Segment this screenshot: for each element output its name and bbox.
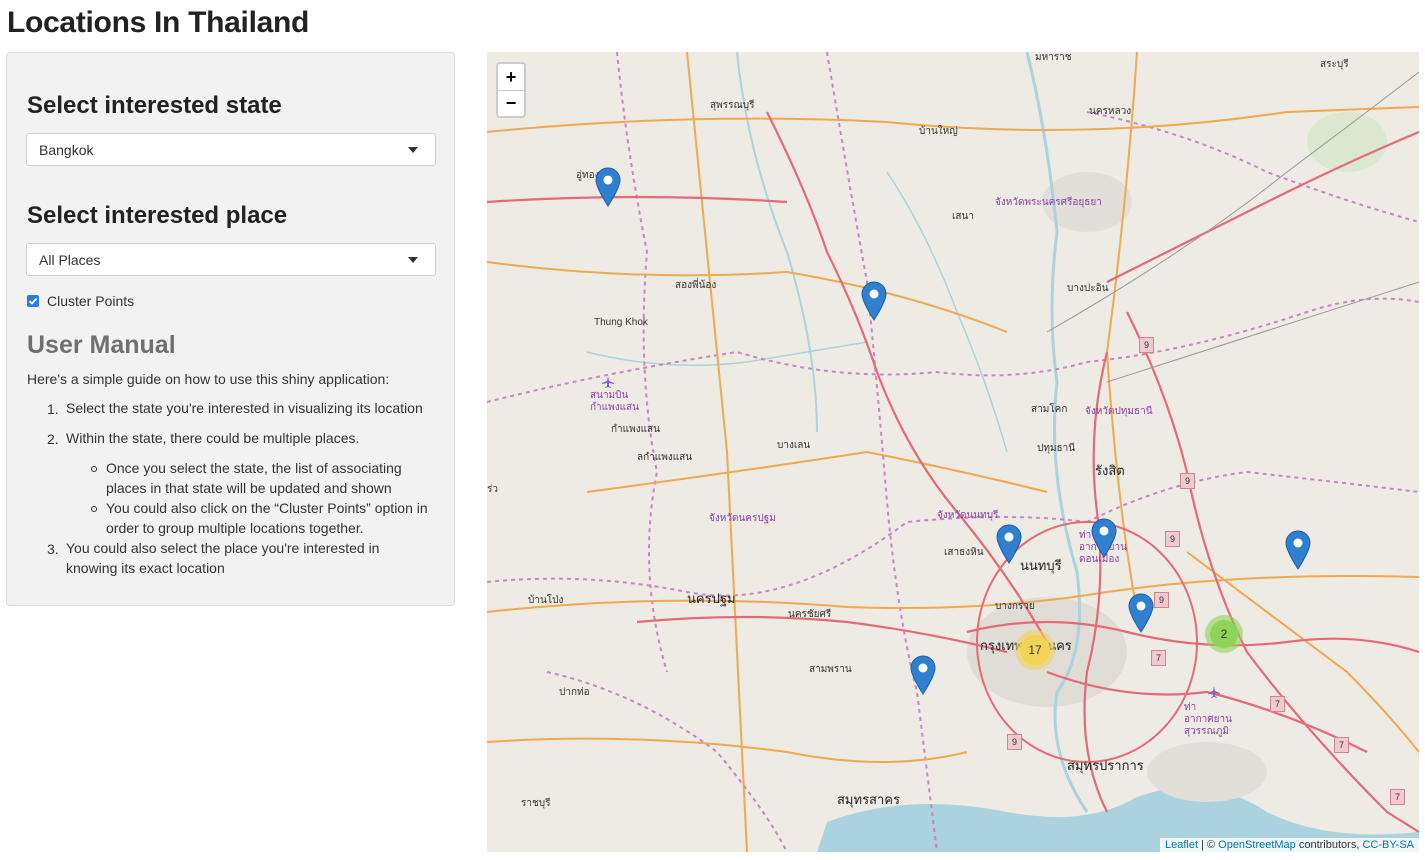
leaflet-link[interactable]: Leaflet	[1165, 839, 1198, 851]
map-label: นนทบุรี	[1020, 558, 1062, 573]
manual-intro: Here's a simple guide on how to use this…	[27, 371, 390, 387]
airport-icon	[602, 376, 614, 388]
map-attribution: Leaflet | © OpenStreetMap contributors, …	[1159, 838, 1419, 852]
road-shield: 7	[1151, 650, 1166, 666]
map-label: มหาราช	[1035, 52, 1072, 63]
airport-icon	[1208, 686, 1220, 698]
map-label: ปทุมธานี	[1037, 443, 1076, 454]
place-select[interactable]: All Places	[26, 243, 436, 276]
bullet-icon	[91, 506, 97, 512]
map-label: Thung Khok	[594, 317, 648, 328]
map-label: สมุทรปราการ	[1067, 758, 1144, 773]
map-marker-icon[interactable]	[595, 167, 621, 207]
map-label: จังหวัดปทุมธานี	[1085, 406, 1153, 417]
road-shield: 9	[1139, 337, 1154, 353]
manual-subitem: You could also click on the “Cluster Poi…	[106, 500, 428, 536]
map-label: รังสิต	[1095, 463, 1125, 478]
cluster-inner: 2	[1210, 620, 1238, 648]
page-title: Locations In Thailand	[7, 6, 310, 39]
cluster-inner: 17	[1020, 635, 1050, 665]
road-shield: 7	[1334, 737, 1349, 753]
cluster-count: 2	[1220, 627, 1228, 641]
chevron-down-icon	[408, 147, 418, 153]
zoom-in-button[interactable]: +	[498, 64, 524, 91]
map-label: ท่าอากาศยานสุวรรณภูมิ	[1184, 702, 1232, 737]
map-label: บ้านใหญ่	[919, 126, 958, 137]
road-shield: 9	[1154, 592, 1169, 608]
manual-item: Within the state, there could be multipl…	[66, 430, 360, 446]
manual-item: You could also select the place you're i…	[66, 540, 380, 576]
map-label: บางกรวย	[995, 601, 1035, 612]
map-label: บางเลน	[777, 440, 811, 451]
chevron-down-icon	[408, 257, 418, 263]
map-label: ปากท่อ	[559, 687, 590, 698]
zoom-out-button[interactable]: −	[498, 90, 524, 116]
map-label: สุพรรณบุรี	[710, 100, 755, 111]
road-shield: 7	[1270, 696, 1285, 712]
bullet-icon	[91, 466, 97, 472]
map-marker-icon[interactable]	[1128, 593, 1154, 633]
manual-item-number: 3.	[47, 541, 59, 557]
map-marker-icon[interactable]	[1091, 518, 1117, 558]
manual-item-number: 1.	[47, 401, 59, 417]
license-link[interactable]: CC-BY-SA	[1362, 839, 1414, 851]
map-label: เสาธงหิน	[944, 547, 984, 558]
map-marker-icon[interactable]	[861, 281, 887, 321]
attribution-separator: | ©	[1198, 839, 1219, 851]
map-label: สมุทรสาคร	[837, 792, 900, 807]
road-shield: 9	[1007, 734, 1022, 750]
map-marker-icon[interactable]	[1285, 530, 1311, 570]
map-label: บ้านโป่ง	[528, 595, 564, 606]
map-label: จังหวัดนนทบุรี	[937, 510, 999, 521]
map-label: นครปฐม	[687, 591, 736, 606]
map-label: สามโคก	[1031, 404, 1068, 415]
manual-title: User Manual	[27, 331, 176, 359]
map-label: จังหวัดนครปฐม	[709, 513, 776, 524]
cluster-points-checkbox[interactable]	[27, 295, 39, 307]
marker-cluster[interactable]: 17	[1015, 630, 1055, 670]
map-label: สนามบินกำแพงแสน	[590, 390, 639, 413]
manual-item: Select the state you're interested in vi…	[66, 400, 423, 416]
road-shield: 7	[1390, 789, 1405, 805]
manual-subitem: Once you select the state, the list of a…	[106, 460, 402, 496]
place-select-value: All Places	[39, 252, 101, 268]
osm-link[interactable]: OpenStreetMap	[1218, 839, 1296, 851]
map-marker-icon[interactable]	[996, 524, 1022, 564]
map-label: จังหวัดพระนครศรีอยุธยา	[995, 197, 1102, 208]
map-label: สระบุรี	[1320, 59, 1349, 70]
manual-item-number: 2.	[47, 431, 59, 447]
state-heading: Select interested state	[27, 92, 282, 119]
road-shield: 9	[1165, 531, 1180, 547]
map-label: บางปะอิน	[1067, 283, 1109, 294]
road-shield: 9	[1180, 473, 1195, 489]
map-label: กำแพงแสน	[611, 424, 660, 435]
map-label: นครหลวง	[1089, 106, 1132, 117]
cluster-count: 17	[1028, 643, 1042, 657]
marker-cluster[interactable]: 2	[1205, 615, 1243, 653]
state-select[interactable]: Bangkok	[26, 133, 436, 166]
place-heading: Select interested place	[27, 202, 288, 229]
sidebar-panel: Select interested state Bangkok Select i…	[6, 52, 455, 606]
map-label: เสนา	[952, 211, 974, 222]
cluster-points-label: Cluster Points	[47, 293, 135, 309]
map-label: สามพราน	[809, 664, 852, 675]
map-view[interactable]: สุพรรณบุรี บ้านใหญ่ จังหวัดพระนครศรีอยุธ…	[487, 52, 1419, 852]
attribution-contrib: contributors,	[1295, 839, 1363, 851]
map-label: ลกำแพงแสน	[637, 452, 693, 463]
map-marker-icon[interactable]	[910, 655, 936, 695]
map-label: สองพี่น้อง	[675, 280, 717, 291]
map-label: ราชบุรี	[521, 798, 551, 809]
map-label: นครชัยศรี	[788, 609, 832, 620]
map-label: ร่ว	[487, 484, 498, 495]
state-select-value: Bangkok	[39, 142, 94, 158]
zoom-control: + −	[496, 62, 526, 118]
map-tiles	[487, 52, 1419, 852]
checkmark-icon	[28, 297, 38, 305]
